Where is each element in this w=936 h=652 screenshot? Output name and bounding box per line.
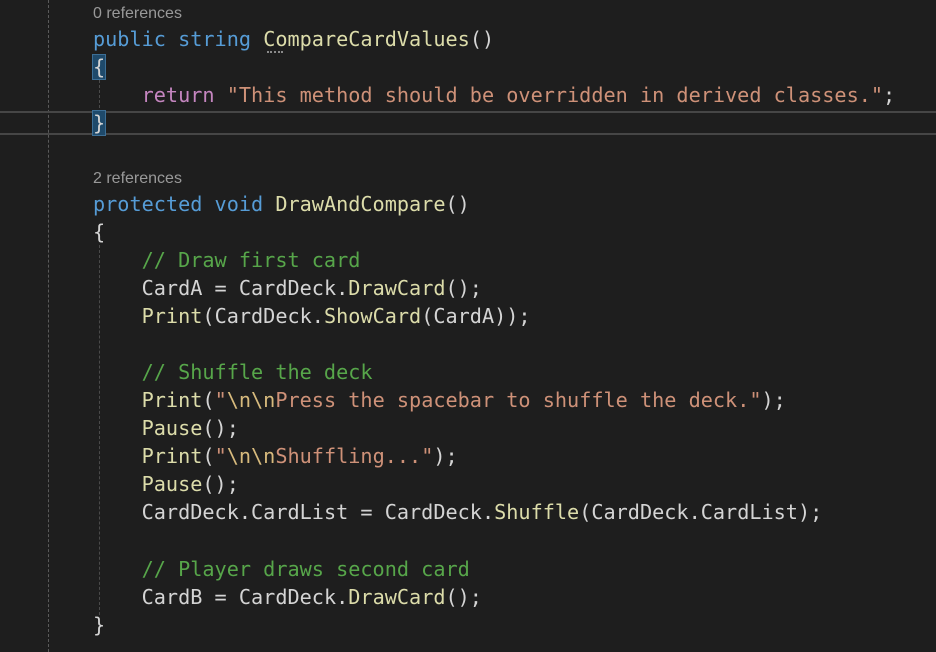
code-line[interactable]: protected void DrawAndCompare() [93, 190, 470, 218]
comment: // Player draws second card [141, 557, 470, 581]
method-call: DrawCard [348, 276, 446, 300]
code-line[interactable]: CardDeck.CardList = CardDeck.Shuffle(Car… [93, 498, 823, 526]
comment: // Shuffle the deck [141, 360, 373, 384]
punctuation: ( [202, 304, 215, 328]
open-brace: { [93, 220, 106, 244]
string-literal: Press the spacebar to shuffle the deck." [275, 388, 762, 412]
code-line[interactable]: } [93, 611, 105, 639]
punctuation: . [238, 500, 252, 524]
identifier: CardDeck [238, 585, 337, 609]
method-call: Print [141, 388, 203, 412]
punctuation: . [311, 304, 324, 328]
code-line[interactable]: Print(CardDeck.ShowCard(CardA)); [93, 302, 531, 330]
code-line[interactable]: // Draw first card [93, 246, 361, 274]
indent-guide [48, 0, 49, 652]
punctuation: (); [202, 472, 239, 496]
punctuation: (); [202, 416, 239, 440]
comment: // Draw first card [141, 248, 361, 272]
method-call: Shuffle [494, 500, 580, 524]
keyword: protected [93, 192, 203, 216]
punctuation: (); [445, 276, 482, 300]
close-brace: } [91, 110, 107, 136]
code-line[interactable]: Pause(); [93, 414, 239, 442]
method-call: DrawCard [348, 585, 446, 609]
codelens-references[interactable]: 0 references [93, 4, 182, 24]
method-name[interactable]: DrawAndCompare [275, 192, 445, 216]
string-literal: Shuffling..." [275, 444, 434, 468]
code-line[interactable]: } [91, 109, 107, 137]
escape-sequence: \n\n [226, 444, 276, 468]
punctuation: ); [433, 444, 458, 468]
punctuation: ; [883, 83, 896, 107]
punctuation: (CardDeck.CardList); [579, 500, 823, 524]
codelens-references[interactable]: 2 references [93, 169, 182, 189]
string-literal: "This method should be overridden in der… [226, 83, 884, 107]
string-literal: " [214, 444, 227, 468]
method-name[interactable]: CompareCardValues [263, 27, 470, 51]
keyword: string [178, 27, 252, 51]
punctuation: . [336, 585, 349, 609]
code-line[interactable]: public string CompareCardValues() [93, 25, 494, 53]
code-line[interactable]: Print("\n\nPress the spacebar to shuffle… [93, 386, 786, 414]
code-line[interactable]: Pause(); [93, 470, 239, 498]
keyword: public [93, 27, 166, 51]
method-call: Pause [141, 416, 203, 440]
code-line[interactable]: Print("\n\nShuffling..."); [93, 442, 458, 470]
identifier: CardB [141, 585, 203, 609]
code-line[interactable]: CardA = CardDeck.DrawCard(); [93, 274, 482, 302]
identifier: CardList [251, 500, 349, 524]
string-literal: " [214, 388, 227, 412]
code-line[interactable]: { [93, 218, 105, 246]
punctuation: (); [445, 585, 482, 609]
close-brace: } [93, 613, 106, 637]
code-line[interactable]: { [91, 53, 107, 81]
identifier: CardDeck [238, 276, 337, 300]
open-brace: { [91, 54, 107, 80]
code-line[interactable]: CardB = CardDeck.DrawCard(); [93, 583, 482, 611]
punctuation: () [445, 192, 470, 216]
operator: = [202, 585, 239, 609]
punctuation: (CardA)); [421, 304, 531, 328]
code-editor[interactable]: 0 references public string CompareCardVa… [0, 0, 936, 652]
current-line-highlight [0, 111, 936, 135]
code-line[interactable]: return "This method should be overridden… [93, 81, 896, 109]
punctuation: ( [202, 444, 215, 468]
punctuation: . [481, 500, 495, 524]
identifier: CardDeck [214, 304, 312, 328]
method-call: Print [141, 444, 203, 468]
punctuation: ( [202, 388, 215, 412]
operator: = [348, 500, 385, 524]
punctuation: () [469, 27, 495, 51]
punctuation: . [336, 276, 349, 300]
escape-sequence: \n\n [226, 388, 276, 412]
identifier: CardA [141, 276, 203, 300]
identifier: CardDeck [141, 500, 239, 524]
method-call: Print [141, 304, 203, 328]
code-line[interactable]: // Player draws second card [93, 555, 470, 583]
operator: = [202, 276, 239, 300]
code-line[interactable]: // Shuffle the deck [93, 358, 373, 386]
identifier: CardDeck [384, 500, 482, 524]
keyword: return [141, 83, 215, 107]
method-call: ShowCard [323, 304, 422, 328]
method-call: Pause [141, 472, 203, 496]
punctuation: ); [761, 388, 786, 412]
keyword: void [214, 192, 264, 216]
